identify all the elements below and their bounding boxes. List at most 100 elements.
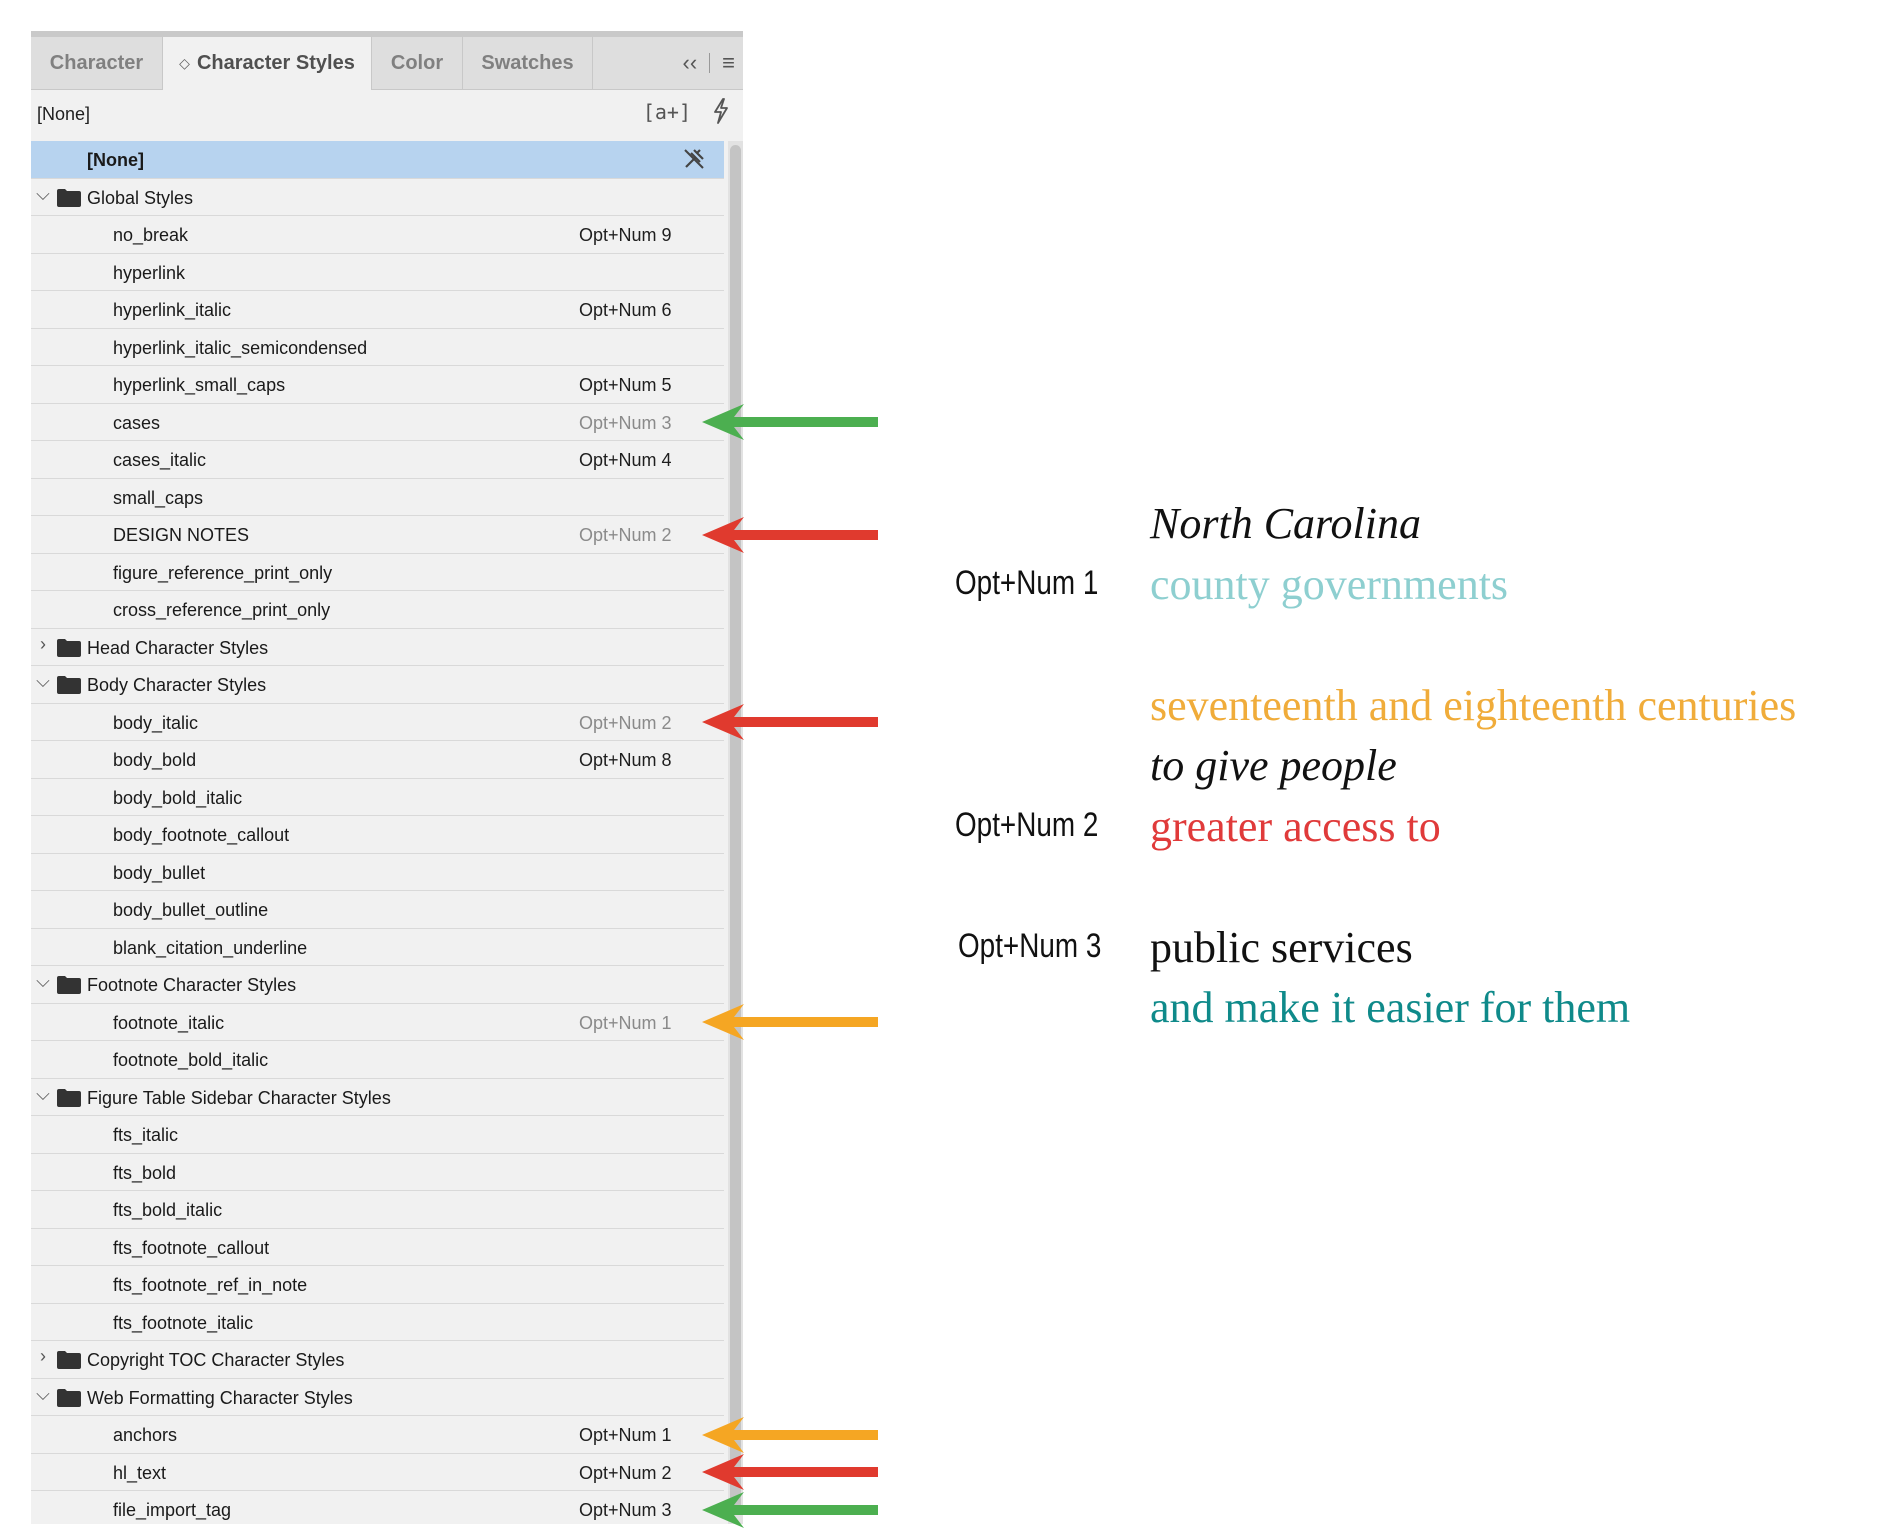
style-name: Figure Table Sidebar Character Styles xyxy=(87,1087,391,1108)
styles-list: [None] ⌵ Global Styles no_break Opt+Num 9 hyp… xyxy=(31,141,724,1525)
style-row[interactable]: blank_citation_underline xyxy=(31,929,724,966)
panel-menu-icon[interactable]: ≡ xyxy=(722,50,735,76)
style-row[interactable]: cases_italic Opt+Num 4 xyxy=(31,441,724,479)
style-name: fts_footnote_callout xyxy=(113,1237,270,1258)
style-row[interactable]: small_caps xyxy=(31,479,724,516)
style-group-row[interactable]: › Copyright TOC Character Styles xyxy=(31,1341,724,1379)
style-name: body_bold xyxy=(113,750,197,770)
style-row[interactable]: fts_footnote_callout xyxy=(31,1229,724,1266)
style-shortcut: Opt+Num 4 xyxy=(579,450,672,470)
tab-color[interactable]: Color xyxy=(372,37,463,89)
style-row[interactable]: fts_italic xyxy=(31,1116,724,1154)
chevron-right-icon[interactable]: › xyxy=(35,1346,51,1367)
style-row[interactable]: file_import_tag Opt+Num 3 xyxy=(31,1491,724,1525)
keyboard-shortcut-label: Opt+Num 2 xyxy=(955,806,1099,844)
style-name: body_bold_italic xyxy=(113,787,243,808)
style-name: Body Character Styles xyxy=(87,675,267,695)
style-group-row[interactable]: ⌵ Body Character Styles xyxy=(31,666,724,704)
tab-swatches[interactable]: Swatches xyxy=(463,37,593,89)
folder-icon xyxy=(57,638,81,662)
scrollbar-thumb[interactable] xyxy=(730,145,741,1515)
style-row[interactable]: no_break Opt+Num 9 xyxy=(31,216,724,254)
style-row[interactable]: body_bold_italic xyxy=(31,779,724,816)
style-group-row[interactable]: ⌵ Global Styles xyxy=(31,179,724,216)
style-row[interactable]: fts_bold xyxy=(31,1154,724,1191)
folder-icon xyxy=(57,976,81,999)
clear-overrides-icon[interactable] xyxy=(682,147,706,176)
style-name: fts_bold xyxy=(113,1162,177,1183)
style-name: Footnote Character Styles xyxy=(87,975,297,995)
style-name: blank_citation_underline xyxy=(113,937,308,958)
keyboard-shortcut-label: Opt+Num 3 xyxy=(958,927,1102,965)
chevron-right-icon[interactable]: › xyxy=(35,634,51,655)
style-shortcut: Opt+Num 3 xyxy=(579,1500,672,1520)
style-row[interactable]: body_bullet xyxy=(31,854,724,891)
style-name: fts_italic xyxy=(113,1125,179,1145)
sort-arrows-icon: ◇ xyxy=(179,55,190,71)
chevron-down-icon[interactable]: ⌵ xyxy=(35,971,51,992)
style-row[interactable]: hyperlink_italic_semicondensed xyxy=(31,329,724,366)
chevron-down-icon[interactable]: ⌵ xyxy=(35,671,51,692)
annotation-arrow xyxy=(702,515,882,560)
style-group-row[interactable]: ⌵ Web Formatting Character Styles xyxy=(31,1379,724,1416)
style-group-row[interactable]: › Head Character Styles xyxy=(31,629,724,666)
style-shortcut: Opt+Num 1 xyxy=(579,1012,672,1033)
style-name: hyperlink_italic_semicondensed xyxy=(113,337,368,358)
folder-icon xyxy=(57,676,81,699)
panel-tab-bar: Character ◇ Character Styles Color Swatc… xyxy=(31,37,743,90)
style-name: small_caps xyxy=(113,487,204,508)
style-shortcut: Opt+Num 2 xyxy=(579,1462,672,1483)
style-row[interactable]: body_bold Opt+Num 8 xyxy=(31,741,724,779)
style-group-row[interactable]: ⌵ Footnote Character Styles xyxy=(31,966,724,1004)
folder-icon xyxy=(57,188,81,212)
style-group-row[interactable]: ⌵ Figure Table Sidebar Character Styles xyxy=(31,1079,724,1116)
collapse-panel-icon[interactable]: ‹‹ xyxy=(683,50,698,76)
style-name: DESIGN NOTES xyxy=(113,525,250,545)
folder-icon xyxy=(57,1351,81,1374)
tab-character-styles[interactable]: ◇ Character Styles xyxy=(163,37,372,90)
annotation-arrow xyxy=(702,1490,882,1535)
tab-character-styles-label: Character Styles xyxy=(196,52,355,74)
style-row[interactable]: fts_bold_italic xyxy=(31,1191,724,1229)
style-row[interactable]: footnote_bold_italic xyxy=(31,1041,724,1079)
style-name: body_bullet_outline xyxy=(113,900,269,920)
style-name: hyperlink xyxy=(113,262,186,283)
style-row[interactable]: footnote_italic Opt+Num 1 xyxy=(31,1004,724,1041)
style-name: body_bullet xyxy=(113,862,206,883)
style-name: file_import_tag xyxy=(113,1500,232,1520)
style-row-none[interactable]: [None] xyxy=(31,141,724,179)
style-row[interactable]: hl_text Opt+Num 2 xyxy=(31,1454,724,1491)
annotation-arrow xyxy=(702,702,882,747)
style-row[interactable]: DESIGN NOTES Opt+Num 2 xyxy=(31,516,724,554)
list-scrollbar[interactable] xyxy=(728,141,743,1524)
tab-character[interactable]: Character xyxy=(31,37,163,89)
annotation-arrow xyxy=(702,402,882,447)
sample-text-easier: and make it easier for them xyxy=(1150,983,1631,1032)
style-row[interactable]: anchors Opt+Num 1 xyxy=(31,1416,724,1454)
style-row[interactable]: fts_footnote_ref_in_note xyxy=(31,1266,724,1304)
style-shortcut: Opt+Num 6 xyxy=(579,300,672,320)
annotation-arrow xyxy=(702,1002,882,1047)
style-row[interactable]: cross_reference_print_only xyxy=(31,591,724,629)
style-name: Global Styles xyxy=(87,187,194,208)
style-name: anchors xyxy=(113,1425,178,1445)
character-styles-panel: Character ◇ Character Styles Color Swatc… xyxy=(31,31,743,1524)
style-row[interactable]: hyperlink_italic Opt+Num 6 xyxy=(31,291,724,329)
quick-apply-icon[interactable] xyxy=(711,98,731,129)
new-style-icon[interactable]: [a+] xyxy=(643,100,691,124)
style-shortcut: Opt+Num 8 xyxy=(579,750,672,770)
style-row[interactable]: body_footnote_callout xyxy=(31,816,724,854)
style-shortcut: Opt+Num 5 xyxy=(579,375,672,395)
chevron-down-icon[interactable]: ⌵ xyxy=(35,1384,51,1405)
style-row[interactable]: fts_footnote_italic xyxy=(31,1304,724,1341)
chevron-down-icon[interactable]: ⌵ xyxy=(35,1084,51,1105)
keyboard-shortcut-label: Opt+Num 1 xyxy=(955,564,1099,602)
style-row[interactable]: cases Opt+Num 3 xyxy=(31,404,724,441)
style-shortcut: Opt+Num 3 xyxy=(579,412,672,433)
style-row[interactable]: body_italic Opt+Num 2 xyxy=(31,704,724,741)
style-row[interactable]: hyperlink_small_caps Opt+Num 5 xyxy=(31,366,724,404)
style-row[interactable]: hyperlink xyxy=(31,254,724,291)
chevron-down-icon[interactable]: ⌵ xyxy=(35,184,51,205)
style-row[interactable]: body_bullet_outline xyxy=(31,891,724,929)
style-row[interactable]: figure_reference_print_only xyxy=(31,554,724,591)
